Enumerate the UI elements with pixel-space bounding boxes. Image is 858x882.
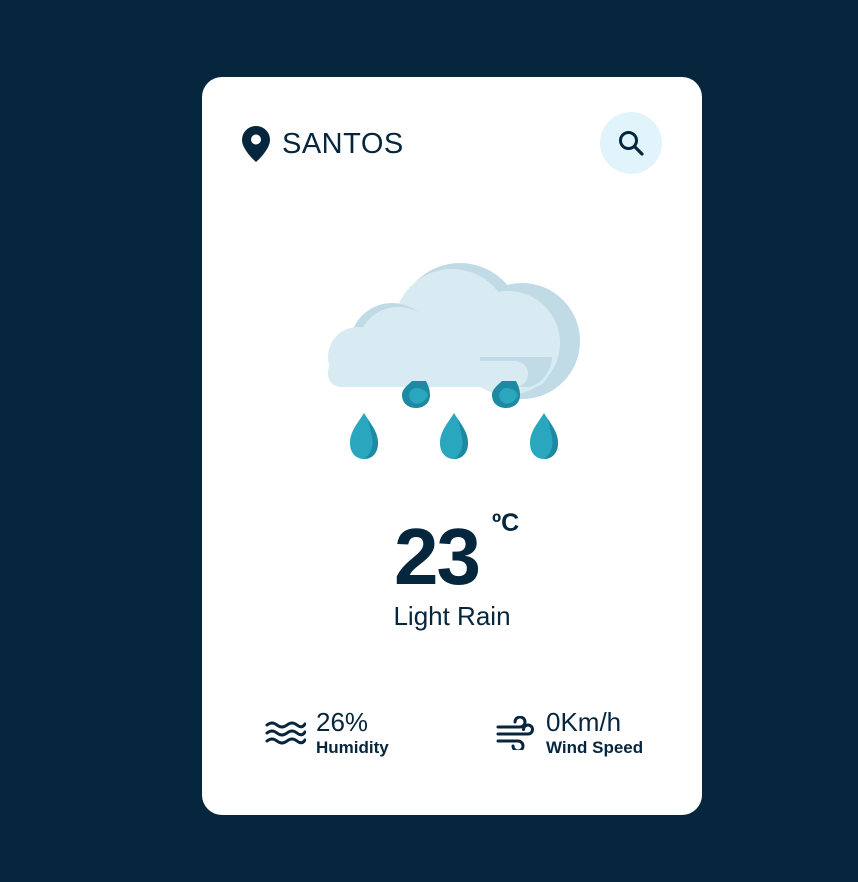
temperature-value: 23 <box>394 512 481 601</box>
wind-value: 0Km/h <box>546 707 622 737</box>
humidity-value: 26% <box>316 707 369 737</box>
humidity-stat: 26% Humidity <box>264 707 389 759</box>
humidity-label: Humidity <box>316 738 389 757</box>
wind-icon <box>496 716 534 750</box>
temperature-unit: ºC <box>492 509 520 537</box>
search-button[interactable] <box>600 112 662 174</box>
weather-description: Light Rain <box>393 601 511 631</box>
temperature-display: 23 ºC <box>202 507 702 607</box>
search-icon <box>619 131 644 156</box>
map-pin-icon <box>242 126 270 162</box>
wind-stat: 0Km/h Wind Speed <box>494 707 643 759</box>
waves-icon <box>265 721 306 745</box>
weather-card: SANTOS 23 ºC Light Rain 26% Humidity 0Km… <box>202 77 702 815</box>
city-name: SANTOS <box>282 127 404 160</box>
cloud-rain-icon <box>328 263 580 459</box>
location: SANTOS <box>242 126 404 162</box>
wind-label: Wind Speed <box>546 738 644 757</box>
